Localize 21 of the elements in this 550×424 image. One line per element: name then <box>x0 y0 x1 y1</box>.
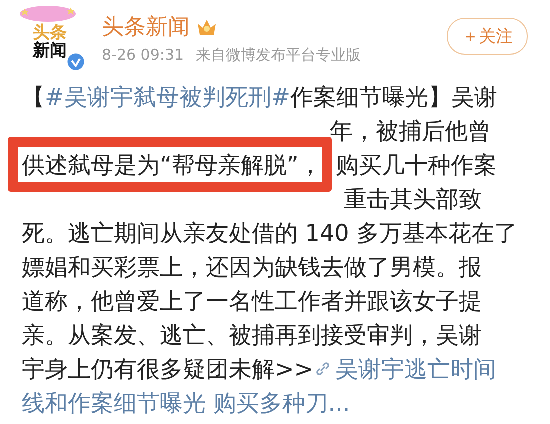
post-text: 宇身上仍有很多疑团未解>> <box>22 356 314 384</box>
sticker-icon <box>18 4 78 24</box>
post-source: 来自微博发布平台专业版 <box>196 46 362 65</box>
link[interactable]: 吴谢宇逃亡时间 <box>314 354 497 384</box>
hashtag-link[interactable]: #吴谢宇弑母被判死刑# <box>45 82 291 112</box>
post-text: 购买几十种作案 <box>336 152 497 180</box>
post-text: 嫖娼和买彩票上，还因为缺钱去做了男模。报 <box>22 254 482 282</box>
link[interactable]: 线和作案细节曝光 购买多种刀... <box>22 388 350 418</box>
post-time: 8-26 09:31 <box>102 46 184 65</box>
post-text: 道称，他曾爱上了一名性工作者并跟该女子提 <box>22 288 482 316</box>
account-name[interactable]: 头条新闻 <box>102 12 190 42</box>
post-text: 年，被捕后他曾 <box>330 118 491 146</box>
post-text: 重击其头部致 <box>344 186 482 214</box>
follow-button[interactable]: ＋关注 <box>447 18 528 55</box>
avatar-logo-text: 头条 <box>33 24 67 42</box>
post-text: 死。逃亡期间从亲友处借的 140 多万基本花在了 <box>22 220 518 248</box>
post-text: 供述弑母是为“帮母亲解脱”， <box>22 152 322 178</box>
post-text: 【 <box>22 84 45 112</box>
avatar-logo-text: 新闻 <box>33 42 67 60</box>
post-text: 作案细节曝光】吴谢 <box>290 84 498 112</box>
post-text: 亲。从案发、逃亡、被捕再到接受审判，吴谢 <box>22 322 482 350</box>
